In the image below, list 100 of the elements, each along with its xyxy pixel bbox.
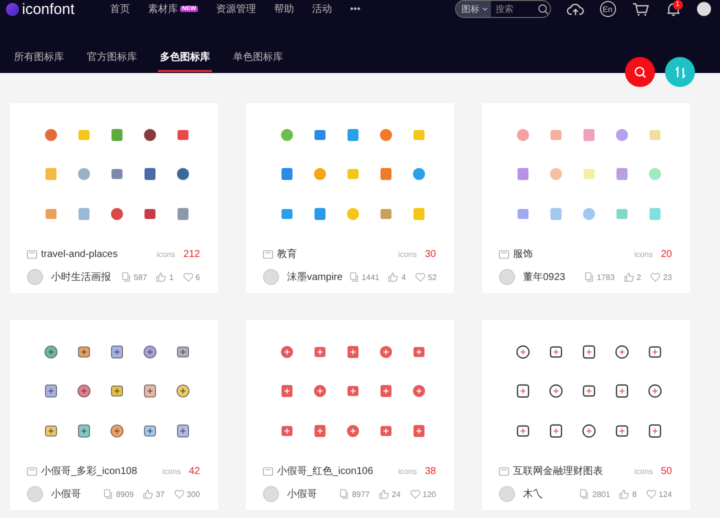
nav-link[interactable]: 帮助 (274, 2, 294, 16)
author-name[interactable]: 小假哥 (287, 487, 317, 501)
library-icon (176, 128, 190, 142)
search-bar[interactable]: 图标 搜索 (454, 0, 551, 18)
library-icon (516, 128, 530, 142)
nav-link[interactable]: 资源管理 (216, 2, 256, 16)
library-icon (412, 167, 426, 182)
library-title[interactable]: 小假哥_红色_icon106 (277, 464, 374, 478)
library-icon (313, 128, 327, 142)
library-icon (77, 424, 91, 438)
stat-count: 2801 (592, 490, 610, 498)
author-avatar (263, 486, 279, 502)
stat-count: 120 (422, 490, 436, 498)
heart-icon (410, 489, 420, 499)
author-avatar (263, 269, 279, 285)
library-title[interactable]: 教育 (277, 247, 297, 261)
author-name[interactable]: 沫墨vampire (287, 270, 343, 284)
copy-icon (584, 272, 594, 282)
library-icon (648, 206, 662, 221)
library-icon (615, 345, 629, 359)
upload-cloud-icon[interactable] (566, 2, 584, 16)
search-button[interactable] (625, 57, 655, 87)
copy-icon (338, 489, 349, 499)
library-icon (110, 384, 124, 398)
library-card[interactable]: 互联网金融理财图表 icons 50 木乀 2801 8 124 (482, 320, 690, 510)
library-card[interactable]: 教育 icons 30 沫墨vampire 1441 4 52 (246, 103, 454, 293)
library-icon (280, 424, 294, 438)
icons-label: icons (162, 466, 181, 476)
stat-count: 37 (156, 490, 165, 498)
search-icon[interactable] (538, 4, 549, 14)
stat-count: 52 (428, 272, 437, 282)
library-icon (77, 384, 91, 398)
library-card[interactable]: travel-and-places icons 212 小时生活画报 587 1 6 (10, 103, 218, 293)
library-icon (313, 424, 327, 438)
library-icon (176, 167, 190, 182)
library-icon (346, 167, 360, 182)
author-name[interactable]: 小假哥 (51, 487, 81, 501)
stat-count: 2 (636, 272, 642, 282)
library-icon (313, 206, 327, 221)
language-button[interactable]: En (600, 1, 616, 17)
nav-link[interactable]: ••• (350, 4, 361, 14)
library-icon (176, 384, 190, 398)
heart-icon (646, 489, 656, 499)
tab[interactable]: 所有图标库 (14, 51, 64, 72)
icon-count: 30 (424, 248, 436, 260)
cart-icon[interactable] (632, 2, 649, 16)
library-card[interactable]: 小假哥_多彩_icon108 icons 42 小假哥 8909 37 300 (10, 320, 218, 510)
sort-button[interactable] (665, 57, 695, 87)
library-icon (143, 167, 157, 182)
library-card[interactable]: 小假哥_红色_icon106 icons 38 小假哥 8977 24 120 (246, 320, 454, 510)
thumbs-up-icon (624, 272, 634, 282)
folder-icon (27, 250, 37, 258)
author-name[interactable]: 木乀 (523, 487, 543, 501)
logo-text[interactable]: iconfont (22, 0, 75, 18)
search-field[interactable]: 搜索 (490, 4, 536, 14)
nav-link[interactable]: 素材库 (148, 2, 178, 16)
library-icon (582, 345, 596, 359)
library-icon (549, 424, 563, 438)
tab[interactable]: 单色图标库 (233, 51, 283, 72)
stat-count: 1441 (362, 272, 380, 282)
library-icon (44, 206, 58, 221)
author-name[interactable]: 董年0923 (523, 270, 566, 284)
library-title[interactable]: 服饰 (513, 247, 533, 261)
library-icon (143, 345, 157, 359)
stat-count: 587 (134, 272, 148, 282)
library-icon (379, 384, 393, 398)
heart-icon (174, 489, 184, 499)
library-title[interactable]: 互联网金融理财图表 (513, 464, 603, 478)
library-icon (77, 345, 91, 359)
library-icon (143, 206, 157, 221)
heart-icon (414, 272, 425, 282)
bell-icon[interactable] (664, 2, 682, 16)
library-icon (582, 128, 596, 142)
library-icon (346, 384, 360, 398)
tab[interactable]: 官方图标库 (87, 51, 137, 72)
icons-label: icons (398, 250, 417, 258)
nav-link[interactable]: 首页 (110, 2, 130, 16)
sort-arrows-icon (674, 66, 686, 78)
library-icon (582, 206, 596, 221)
author-avatar (27, 486, 43, 502)
library-icon (615, 384, 629, 398)
author-name[interactable]: 小时生活画报 (51, 270, 111, 284)
library-title[interactable]: 小假哥_多彩_icon108 (41, 464, 138, 478)
folder-icon (263, 466, 273, 476)
nav-link[interactable]: 活动 (312, 2, 332, 16)
library-icon (412, 384, 426, 398)
library-icon (346, 424, 360, 438)
library-icon (516, 384, 530, 398)
user-avatar[interactable] (696, 2, 711, 16)
library-title[interactable]: travel-and-places (41, 248, 118, 260)
library-icon (143, 384, 157, 398)
tab[interactable]: 多色图标库 (158, 51, 212, 72)
logo-icon[interactable] (6, 2, 19, 16)
library-icon (313, 384, 327, 398)
library-icon (549, 167, 563, 182)
library-card[interactable]: 服饰 icons 20 董年0923 1783 2 23 (482, 103, 690, 293)
library-icon (615, 206, 629, 221)
icon-count: 38 (424, 466, 436, 476)
stat-count: 6 (196, 272, 200, 282)
search-scope-dropdown[interactable]: 图标 (456, 1, 491, 17)
